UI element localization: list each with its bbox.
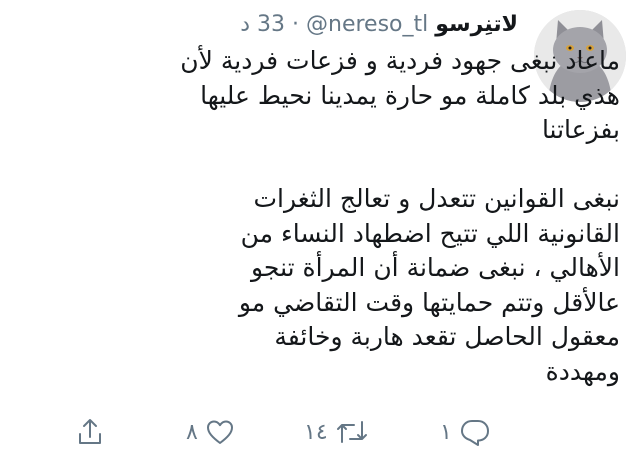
tweet-line: نبغى القوانين تتعدل و تعالج الثغرات [253,184,621,213]
retweet-count: ١٤ [304,419,328,445]
tweet: لاتنِرسو @nereso_tl · 33 د ماعاد نبغى جه… [0,0,640,464]
tweet-line: بفزعاتنا [541,115,620,144]
reply-button[interactable]: ١ [440,414,492,450]
tweet-line: القانونية اللي تتيح اضطهاد النساء من [240,218,620,248]
retweet-button[interactable]: ١٤ [304,414,370,450]
tweet-line: معقول الحاصل تقعد هاربة وخائفة [274,322,620,351]
timestamp[interactable]: 33 د [240,12,285,37]
action-bar: ٨ ١٤ ١ [0,410,640,454]
user-handle[interactable]: @nereso_tl [306,12,428,37]
reply-count: ١ [440,419,452,445]
display-name[interactable]: لاتنِرسو [435,12,518,37]
like-count: ٨ [186,419,198,445]
tweet-line: ماعاد نبغى جهود فردية و فزعات فردية لأن [180,46,620,75]
share-button[interactable] [74,414,106,450]
tweet-header: لاتنِرسو @nereso_tl · 33 د [18,8,518,42]
tweet-line: ومهددة [545,356,620,386]
tweet-text: ماعاد نبغى جهود فردية و فزعات فردية لأن … [30,44,620,389]
retweet-icon [336,421,367,443]
like-button[interactable]: ٨ [186,414,236,450]
tweet-line: عالأقل وتتم حمايتها وقت التقاضي مو [238,287,620,317]
like-icon [206,420,233,444]
tweet-line: الأهالي ، نبغى ضمانة أن المرأة تنجو [251,253,620,282]
separator: · [292,12,299,37]
reply-icon [460,420,489,446]
tweet-line: هذي بلد كاملة مو حارة يمدينا نحيط عليها [200,80,620,110]
share-icon [79,419,101,444]
